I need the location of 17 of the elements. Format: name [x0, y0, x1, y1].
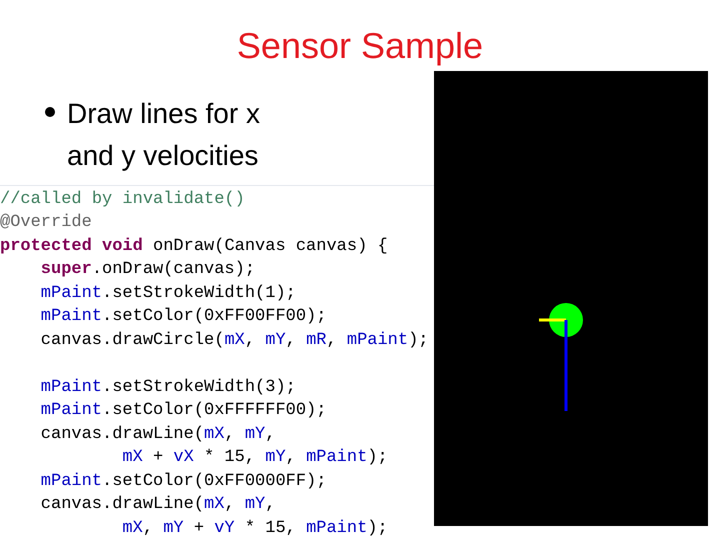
code-line: mPaint.setColor(0xFFFFFF00); — [40, 400, 328, 422]
code-line: @Override — [0, 212, 93, 234]
code-line: super.onDraw(canvas); — [40, 259, 256, 281]
code-line: canvas.drawLine(mX, mY, — [40, 424, 276, 446]
code-line: protected void onDraw(Canvas canvas) { — [0, 236, 389, 258]
code-line: mX, mY + vY * 15, mPaint); — [121, 518, 389, 540]
code-line: //called by invalidate() — [0, 188, 246, 210]
bullet-text: Draw lines for x and y velocities — [67, 96, 261, 173]
code-line: mPaint.setStrokeWidth(3); — [40, 376, 297, 398]
code-line: canvas.drawLine(mX, mY, — [40, 494, 276, 516]
slide-title: Sensor Sample — [236, 24, 484, 68]
code-line: mPaint.setColor(0xFF00FF00); — [40, 306, 328, 328]
code-line: mPaint.setStrokeWidth(1); — [40, 282, 297, 304]
code-line: mPaint.setColor(0xFF0000FF); — [40, 470, 328, 492]
code-line: canvas.drawCircle(mX, mY, mR, mPaint); — [40, 330, 430, 352]
code-line: mX + vX * 15, mY, mPaint); — [121, 447, 389, 469]
bullet-icon — [45, 106, 55, 116]
